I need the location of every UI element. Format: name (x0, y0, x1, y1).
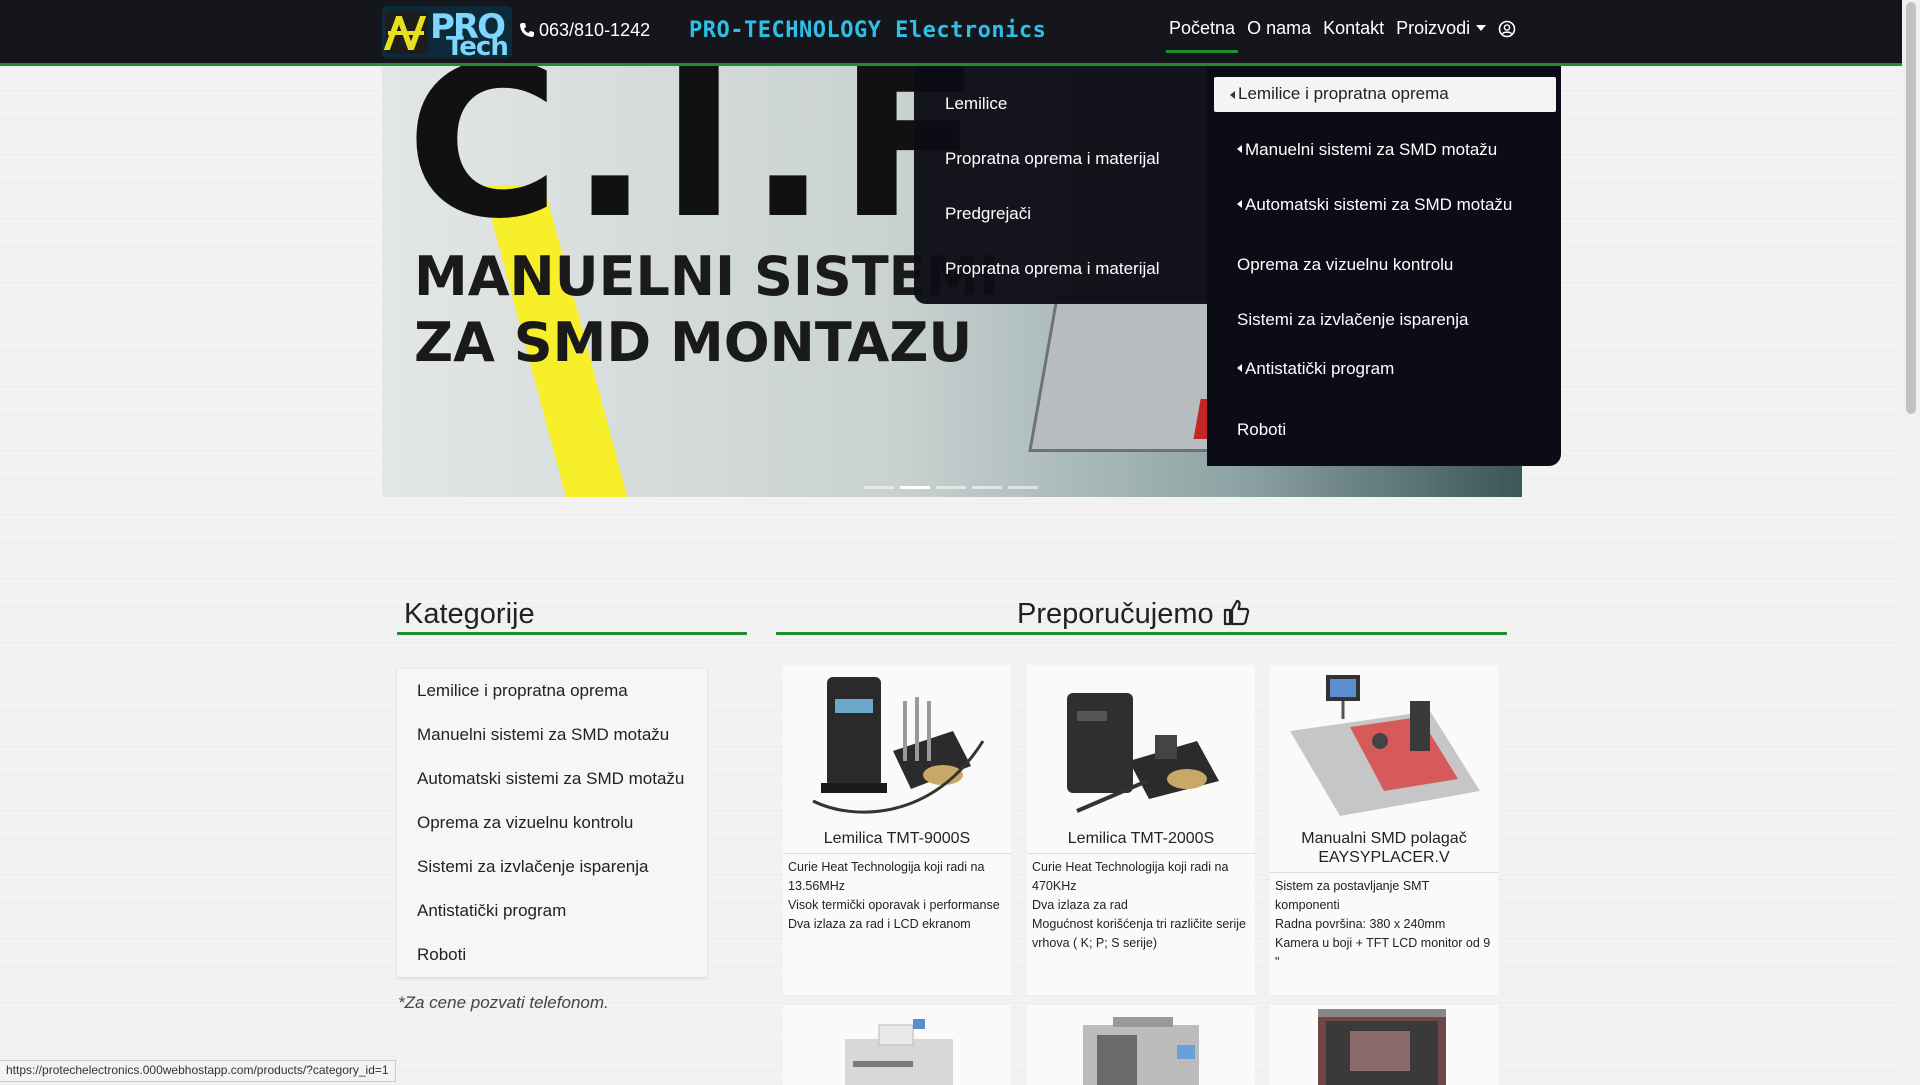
menu-item-roboti[interactable]: Roboti (1237, 420, 1286, 440)
category-item[interactable]: Lemilice i propratna oprema (417, 681, 628, 701)
menu-item-label: Oprema za vizuelnu kontrolu (1237, 255, 1454, 274)
page-scrollbar[interactable] (1902, 0, 1920, 1080)
caret-down-icon (1476, 25, 1487, 31)
product-title-text: Manualni SMD polagač EAYSYPLACER.V (1301, 830, 1467, 866)
carousel-indicator-active[interactable] (900, 486, 930, 489)
submenu-lemilice: Lemilice Propratna oprema i materijal Pr… (914, 66, 1207, 304)
proizvodi-dropdown: Lemilice i propratna oprema Manuelni sis… (1207, 66, 1561, 466)
brand-title[interactable]: PRO-TECHNOLOGY Electronics (689, 18, 1046, 43)
nav-link-pocetna[interactable]: Početna (1163, 18, 1241, 53)
browser-status-bar: https://protechelectronics.000webhostapp… (0, 1060, 396, 1082)
carousel-indicator[interactable] (1008, 486, 1038, 489)
product-desc-line: Visok termički oporavak i performanse (788, 898, 1000, 912)
site-logo[interactable]: PRO Tech (382, 6, 512, 58)
nav-links: Početna O nama Kontakt Proizvodi (1163, 18, 1492, 53)
slide-headline: MANUELNI SISTEMI ZA SMD MONTAZU (414, 244, 999, 376)
product-title[interactable]: Manualni SMD polagač EAYSYPLACER.V (1270, 829, 1498, 867)
price-note: *Za cene pozvati telefonom. (398, 993, 609, 1012)
categories-heading: Kategorije (404, 598, 535, 630)
card-divider (783, 853, 1011, 854)
submenu-item-lemilice[interactable]: Lemilice (945, 94, 1007, 114)
category-list: Lemilice i propratna oprema Manuelni sis… (397, 669, 707, 977)
product-description: Curie Heat Technologija koji radi na 13.… (788, 858, 1004, 934)
carousel-indicator[interactable] (936, 486, 966, 489)
product-card[interactable] (1270, 1005, 1498, 1085)
submenu-item-predgrejaci[interactable]: Predgrejači (945, 204, 1031, 224)
recommended-heading: Preporučujemo (1017, 598, 1250, 631)
product-title[interactable]: Lemilica TMT-2000S (1027, 829, 1255, 848)
logo-text-bottom: Tech (446, 32, 509, 58)
product-desc-line: Curie Heat Technologija koji radi na 13.… (788, 860, 985, 893)
phone-text: 063/810-1242 (539, 20, 651, 40)
phone-number[interactable]: 063/810-1242 (519, 20, 650, 41)
card-divider (1027, 853, 1255, 854)
category-item[interactable]: Sistemi za izvlačenje isparenja (417, 857, 649, 877)
menu-item-label: Lemilice i propratna oprema (1238, 84, 1449, 103)
phone-icon (520, 23, 534, 37)
product-image-smd-placer (1290, 675, 1480, 816)
recommended-heading-text: Preporučujemo (1017, 598, 1214, 630)
category-item[interactable]: Roboti (417, 945, 466, 965)
navbar: PRO Tech 063/810-1242 PRO-TECHNOLOGY Ele… (0, 0, 1902, 66)
product-card[interactable]: Lemilica TMT-9000S Curie Heat Technologi… (783, 665, 1011, 995)
product-image (845, 1019, 953, 1085)
product-description: Curie Heat Technologija koji radi na 470… (1032, 858, 1248, 953)
menu-item-label: Manuelni sistemi za SMD motažu (1245, 140, 1498, 159)
caret-left-icon (1230, 91, 1235, 99)
slide-headline-line2: ZA SMD MONTAZU (414, 311, 973, 374)
product-card[interactable] (783, 1005, 1011, 1085)
categories-underline (397, 632, 747, 635)
menu-item-label: Roboti (1237, 420, 1287, 439)
thumbs-up-icon (1223, 599, 1249, 626)
carousel-indicator[interactable] (972, 486, 1002, 489)
product-desc-line: Mogućnost korišćenja tri različite serij… (1032, 917, 1246, 950)
menu-item-vizuelna-kontrola[interactable]: Oprema za vizuelnu kontrolu (1237, 255, 1453, 275)
product-image (1318, 1009, 1446, 1085)
user-circle-icon[interactable] (1498, 20, 1516, 38)
product-image-soldering-station (1067, 693, 1219, 813)
nav-link-proizvodi-label: Proizvodi (1396, 18, 1471, 38)
nav-link-proizvodi[interactable]: Proizvodi (1390, 18, 1492, 39)
product-desc-line: Radna površina: 380 x 240mm (1275, 917, 1446, 931)
slide-headline-line1: MANUELNI SISTEMI (414, 245, 1000, 308)
menu-item-izvlacenje-isparenja[interactable]: Sistemi za izvlačenje isparenja (1237, 310, 1469, 330)
caret-left-icon (1237, 145, 1242, 153)
menu-item-antistaticki[interactable]: Antistatički program (1237, 359, 1394, 379)
submenu-item-propratna-oprema-2[interactable]: Propratna oprema i materijal (945, 259, 1159, 279)
product-title[interactable]: Lemilica TMT-9000S (783, 829, 1011, 848)
product-desc-line: Dva izlaza za rad i LCD ekranom (788, 917, 971, 931)
category-item[interactable]: Oprema za vizuelnu kontrolu (417, 813, 633, 833)
category-item[interactable]: Antistatički program (417, 901, 566, 921)
menu-item-lemilice[interactable]: Lemilice i propratna oprema (1214, 77, 1556, 112)
product-image-soldering-station (812, 677, 985, 814)
menu-item-label: Antistatički program (1245, 359, 1395, 378)
product-description: Sistem za postavljanje SMT komponenti Ra… (1275, 877, 1491, 972)
submenu-item-propratna-oprema[interactable]: Propratna oprema i materijal (945, 149, 1159, 169)
category-item[interactable]: Manuelni sistemi za SMD motažu (417, 725, 669, 745)
product-card[interactable]: Manualni SMD polagač EAYSYPLACER.V Siste… (1270, 665, 1498, 995)
carousel-indicator[interactable] (864, 486, 894, 489)
scrollbar-thumb[interactable] (1906, 2, 1916, 414)
nav-link-kontakt[interactable]: Kontakt (1317, 18, 1390, 39)
menu-item-manuelni-smd[interactable]: Manuelni sistemi za SMD motažu (1237, 140, 1497, 160)
circuit-chip-icon (383, 12, 428, 54)
category-item[interactable]: Automatski sistemi za SMD motažu (417, 769, 684, 789)
product-desc-line: Kamera u boji + TFT LCD monitor od 9 " (1275, 936, 1491, 969)
carousel-indicators (864, 486, 1038, 489)
menu-item-automatski-smd[interactable]: Automatski sistemi za SMD motažu (1237, 195, 1512, 215)
menu-item-label: Automatski sistemi za SMD motažu (1245, 195, 1513, 214)
product-card[interactable] (1027, 1005, 1255, 1085)
caret-left-icon (1237, 364, 1242, 372)
product-desc-line: Curie Heat Technologija koji radi na 470… (1032, 860, 1229, 893)
product-card[interactable]: Lemilica TMT-2000S Curie Heat Technologi… (1027, 665, 1255, 995)
recommended-underline (776, 632, 1507, 635)
card-divider (1270, 872, 1498, 873)
menu-item-label: Sistemi za izvlačenje isparenja (1237, 310, 1469, 329)
product-desc-line: Sistem za postavljanje SMT komponenti (1275, 879, 1429, 912)
slide-big-text: C.I.F (406, 66, 992, 265)
product-image (1083, 1017, 1199, 1085)
caret-left-icon (1237, 200, 1242, 208)
nav-link-o-nama[interactable]: O nama (1241, 18, 1317, 39)
product-desc-line: Dva izlaza za rad (1032, 898, 1128, 912)
